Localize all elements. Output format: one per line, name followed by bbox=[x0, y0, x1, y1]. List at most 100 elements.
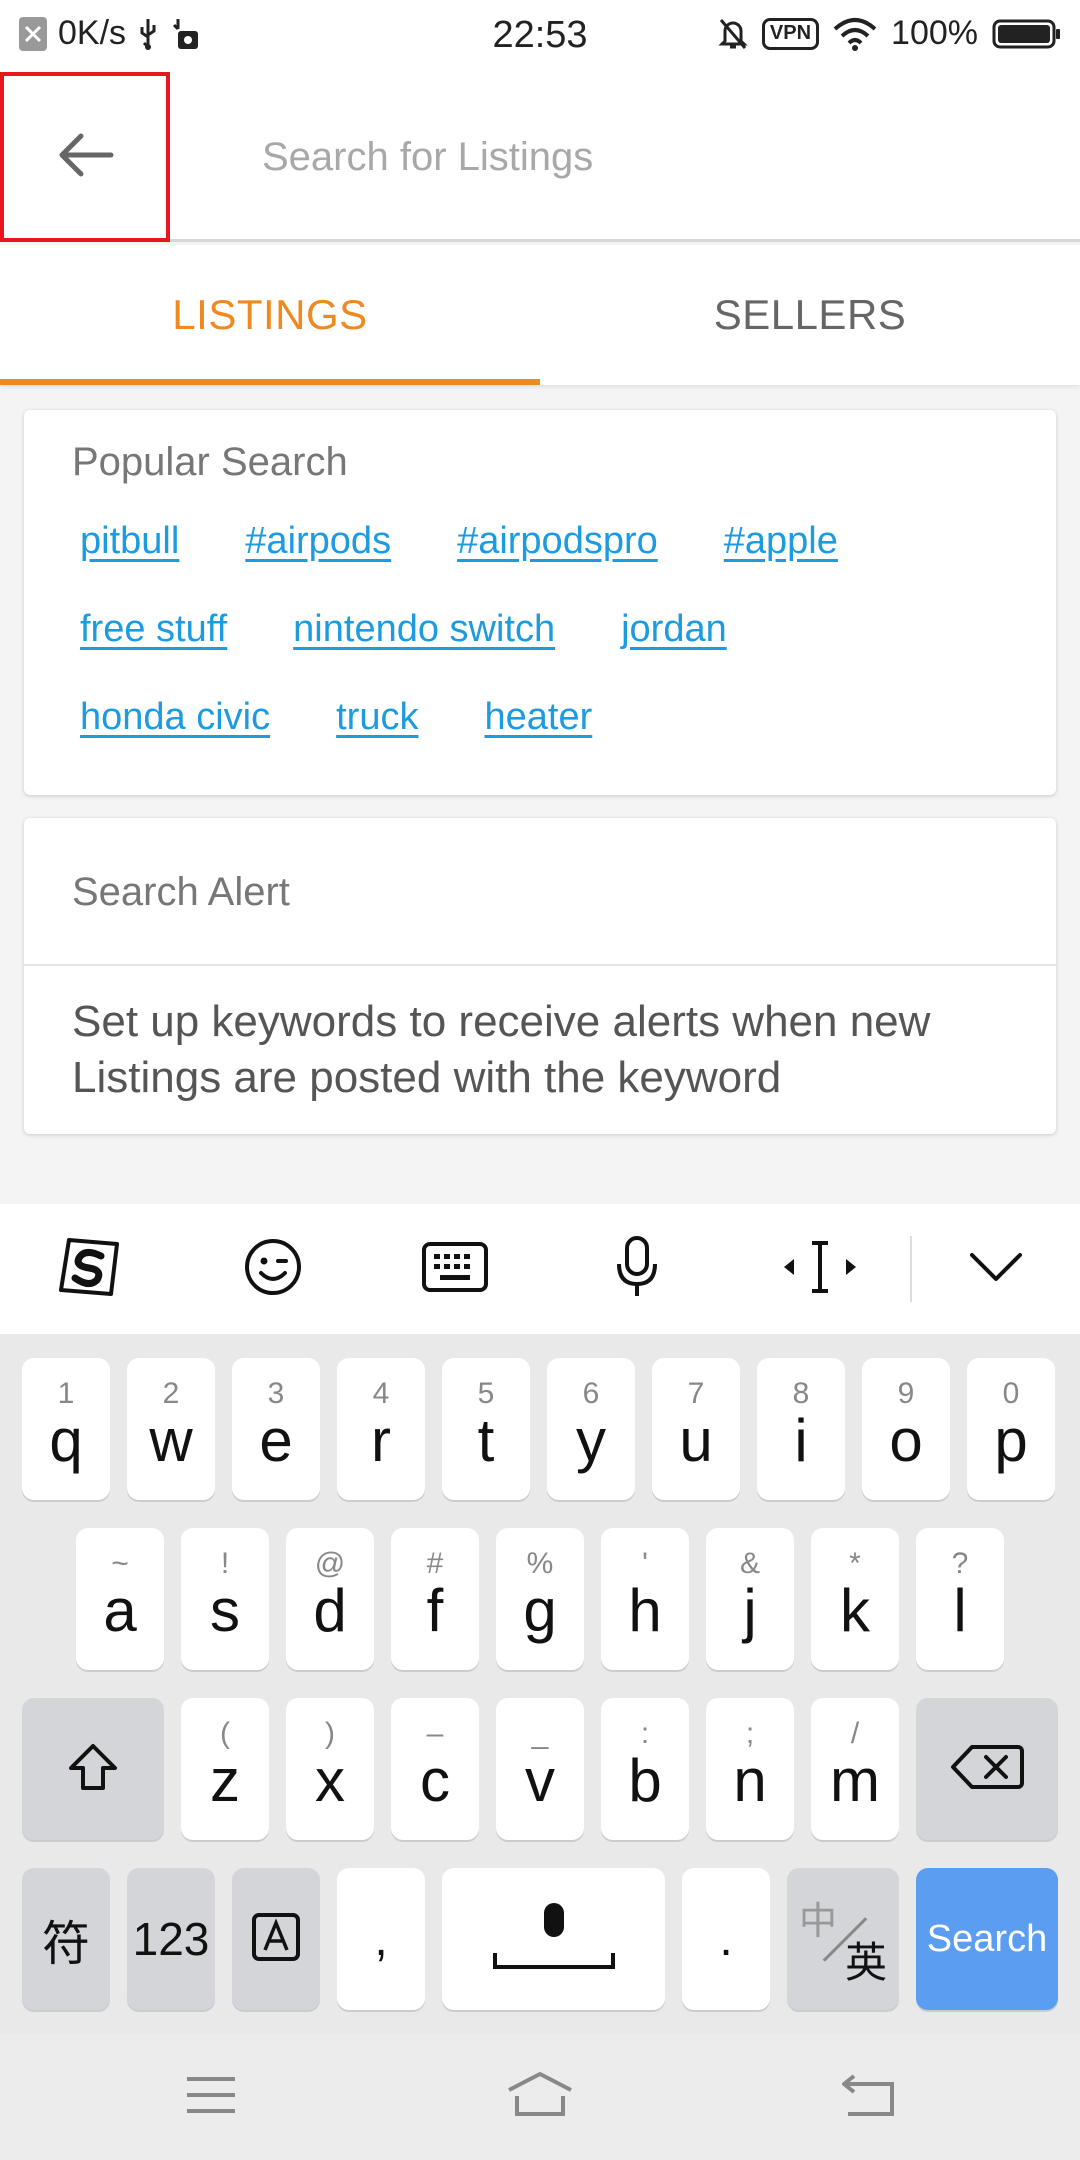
key-label: v bbox=[525, 1747, 555, 1814]
popular-tag[interactable]: heater bbox=[484, 696, 592, 739]
key-w[interactable]: 2w bbox=[127, 1358, 215, 1500]
keyboard-switch-button[interactable] bbox=[395, 1204, 515, 1334]
key-hint: 9 bbox=[897, 1377, 915, 1410]
popular-tag[interactable]: nintendo switch bbox=[293, 608, 555, 651]
letter-a-box-icon bbox=[251, 1912, 301, 1967]
key-i[interactable]: 8i bbox=[757, 1358, 845, 1500]
key-m[interactable]: / m bbox=[811, 1698, 899, 1840]
key-r[interactable]: 4r bbox=[337, 1358, 425, 1500]
key-hint: * bbox=[849, 1547, 861, 1580]
key-g[interactable]: % g bbox=[496, 1528, 584, 1670]
key-t[interactable]: 5t bbox=[442, 1358, 530, 1500]
back-nav-button[interactable] bbox=[808, 2062, 928, 2132]
key-c[interactable]: – c bbox=[391, 1698, 479, 1840]
key-z[interactable]: (z bbox=[181, 1698, 269, 1840]
key-y[interactable]: 6y bbox=[547, 1358, 635, 1500]
emoji-icon bbox=[243, 1237, 303, 1302]
key-hint: 7 bbox=[687, 1377, 705, 1410]
key-e[interactable]: 3e bbox=[232, 1358, 320, 1500]
key-n[interactable]: ; n bbox=[706, 1698, 794, 1840]
key-u[interactable]: 7u bbox=[652, 1358, 740, 1500]
key-p[interactable]: 0p bbox=[967, 1358, 1055, 1500]
key-hint: 2 bbox=[162, 1377, 180, 1410]
key-l[interactable]: ? l bbox=[916, 1528, 1004, 1670]
key-a[interactable]: ~ a bbox=[76, 1528, 164, 1670]
key-label: x bbox=[315, 1747, 345, 1814]
key-label: j bbox=[743, 1577, 757, 1644]
shift-key[interactable] bbox=[22, 1698, 164, 1840]
keyboard-toolbar bbox=[0, 1204, 1080, 1334]
hide-keyboard-button[interactable] bbox=[936, 1204, 1056, 1334]
key-hint: @ bbox=[314, 1547, 346, 1580]
key-label: t bbox=[477, 1407, 495, 1474]
key-h[interactable]: ' h bbox=[601, 1528, 689, 1670]
key-s[interactable]: ! s bbox=[181, 1528, 269, 1670]
key-o[interactable]: 9o bbox=[862, 1358, 950, 1500]
battery-percent: 100% bbox=[891, 14, 978, 52]
lang-bottom: 英 bbox=[844, 1939, 887, 1986]
popular-tag[interactable]: pitbull bbox=[80, 520, 179, 563]
key-hint: 1 bbox=[57, 1377, 75, 1410]
tab-sellers[interactable]: SELLERS bbox=[540, 245, 1080, 385]
key-f[interactable]: # f bbox=[391, 1528, 479, 1670]
shift-arrow-icon bbox=[67, 1742, 119, 1797]
caps-key[interactable] bbox=[232, 1868, 320, 2010]
menu-icon bbox=[185, 2075, 237, 2120]
key-hint: ; bbox=[745, 1717, 755, 1750]
screen: 0K/s 22:53 VPN 100% Search for Listings … bbox=[0, 0, 1080, 2160]
sogou-logo-button[interactable] bbox=[30, 1204, 150, 1334]
key-j[interactable]: & j bbox=[706, 1528, 794, 1670]
space-key[interactable] bbox=[442, 1868, 665, 2010]
backspace-key[interactable] bbox=[916, 1698, 1058, 1840]
keyboard-icon bbox=[422, 1241, 488, 1297]
system-nav-bar bbox=[0, 2034, 1080, 2160]
cursor-move-button[interactable] bbox=[760, 1204, 880, 1334]
popular-search-title: Popular Search bbox=[72, 440, 348, 484]
space-mic-icon bbox=[489, 1897, 619, 1982]
period-key[interactable]: . bbox=[682, 1868, 770, 2010]
popular-tag[interactable]: truck bbox=[336, 696, 418, 739]
symbols-key[interactable]: 符 bbox=[22, 1868, 110, 2010]
key-k[interactable]: * k bbox=[811, 1528, 899, 1670]
menu-nav-button[interactable] bbox=[151, 2062, 271, 2132]
key-x[interactable]: ) x bbox=[286, 1698, 374, 1840]
key-hint: & bbox=[739, 1547, 760, 1580]
popular-tag[interactable]: #airpods bbox=[245, 520, 391, 563]
key-q[interactable]: 1q bbox=[22, 1358, 110, 1500]
key-hint: – bbox=[426, 1717, 444, 1750]
search-key[interactable]: Search bbox=[916, 1868, 1058, 2010]
popular-tag[interactable]: free stuff bbox=[80, 608, 227, 651]
key-label: o bbox=[889, 1407, 923, 1474]
search-input[interactable] bbox=[262, 122, 1042, 192]
comma-key[interactable]: , bbox=[337, 1868, 425, 2010]
key-d[interactable]: @ d bbox=[286, 1528, 374, 1670]
popular-tag[interactable]: jordan bbox=[621, 608, 727, 651]
key-label: Search bbox=[926, 1917, 1048, 1960]
emoji-button[interactable] bbox=[213, 1204, 333, 1334]
tab-listings[interactable]: LISTINGS bbox=[0, 245, 540, 385]
key-label: c bbox=[420, 1747, 450, 1814]
popular-tag[interactable]: #airpodspro bbox=[457, 520, 658, 563]
popular-tag[interactable]: #apple bbox=[724, 520, 838, 563]
key-hint: _ bbox=[531, 1717, 549, 1750]
key-hint: ) bbox=[325, 1717, 335, 1750]
numbers-key[interactable]: 123 bbox=[127, 1868, 215, 2010]
key-label: k bbox=[840, 1577, 870, 1644]
key-b[interactable]: :b bbox=[601, 1698, 689, 1840]
sogou-logo-icon bbox=[55, 1234, 125, 1305]
key-v[interactable]: _ v bbox=[496, 1698, 584, 1840]
tag-row: pitbull #airpods #airpodspro #apple bbox=[80, 520, 904, 563]
key-label: f bbox=[426, 1577, 444, 1644]
home-nav-button[interactable] bbox=[480, 2062, 600, 2132]
voice-input-button[interactable] bbox=[577, 1204, 697, 1334]
key-hint: / bbox=[850, 1717, 860, 1750]
key-label: i bbox=[794, 1407, 808, 1474]
search-alert-card[interactable]: Search Alert Set up keywords to receive … bbox=[24, 818, 1056, 1134]
search-alert-title: Search Alert bbox=[72, 870, 290, 914]
language-switch-key[interactable]: 中 英 bbox=[787, 1868, 899, 2010]
back-button[interactable] bbox=[0, 72, 170, 242]
key-hint: ! bbox=[220, 1547, 230, 1580]
key-hint: ? bbox=[951, 1547, 969, 1580]
key-label: w bbox=[149, 1407, 193, 1474]
popular-tag[interactable]: honda civic bbox=[80, 696, 270, 739]
